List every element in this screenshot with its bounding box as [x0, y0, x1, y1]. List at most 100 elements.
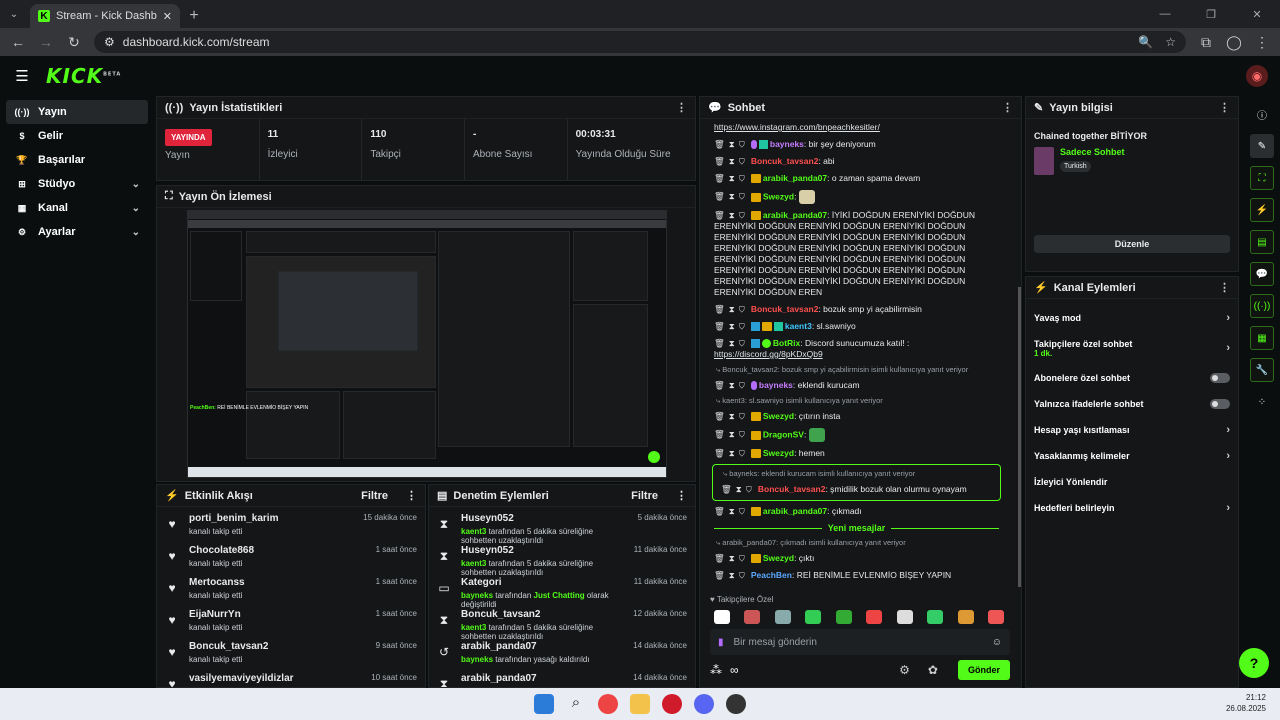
activity-name[interactable]: EijaNurrYn	[189, 609, 366, 620]
channel-action-item[interactable]: Takipçilere özel sohbet 1 dk. ›	[1026, 331, 1238, 365]
toggle-switch[interactable]	[1210, 373, 1230, 383]
emote-option[interactable]	[957, 610, 974, 624]
browser-tab[interactable]: K Stream - Kick Dashboard ✕	[30, 4, 180, 28]
more-options-icon[interactable]: ⋮	[1002, 101, 1013, 114]
chat-username[interactable]: Swezyd	[763, 448, 794, 458]
more-options-icon[interactable]: ⋮	[676, 101, 687, 114]
restore-icon[interactable]: ❐	[1188, 8, 1234, 21]
chat-message[interactable]: 🗑⧗⛉ Swezyd:	[706, 187, 1007, 207]
chrome-icon[interactable]	[598, 694, 618, 714]
wrench-icon[interactable]: 🔧	[1250, 358, 1274, 382]
mod-actor[interactable]: bayneks	[461, 591, 493, 600]
settings-icon[interactable]: ⚙	[899, 663, 910, 677]
tab-list-icon[interactable]: ⌄	[0, 0, 28, 28]
mod-tools-icons[interactable]: 🗑⧗⛉	[721, 484, 756, 494]
activity-name[interactable]: Boncuk_tavsan2	[189, 641, 366, 652]
send-button[interactable]: Gönder	[957, 660, 1010, 680]
emote-option[interactable]	[835, 610, 852, 624]
mod-name[interactable]: Huseyn052	[461, 545, 624, 556]
chat-username[interactable]: arabik_panda07	[763, 210, 827, 220]
mod-name[interactable]: Boncuk_tavsan2	[461, 609, 623, 620]
extensions-icon[interactable]: ⧉	[1194, 30, 1218, 54]
mod-tools-icons[interactable]: 🗑⧗⛉	[714, 321, 749, 331]
chat-input[interactable]: ▮ Bir mesaj gönderin ☺	[710, 629, 1010, 655]
emote-option[interactable]	[866, 610, 883, 624]
channel-action-item[interactable]: Abonelere özel sohbet	[1026, 365, 1238, 391]
mod-actor[interactable]: kaent3	[461, 559, 486, 568]
activity-name[interactable]: vasilyemaviyeyildizlar	[189, 673, 361, 684]
more-options-icon[interactable]: ⋮	[676, 489, 687, 502]
mod-tools-icons[interactable]: 🗑⧗⛉	[714, 553, 749, 563]
emote-option[interactable]	[714, 610, 730, 624]
opera-icon[interactable]	[662, 694, 682, 714]
mod-tools-icons[interactable]: 🗑⧗⛉	[714, 210, 749, 220]
activity-item[interactable]: ♥ Chocolate868 kanalı takip etti 1 saat önc…	[157, 539, 425, 571]
mod-item[interactable]: ⧗ Huseyn052 kaent3 tarafından 5 dakika sür…	[429, 507, 695, 545]
filter-button[interactable]: Filtre	[361, 490, 388, 502]
channel-action-item[interactable]: Hesap yaşı kısıtlaması ›	[1026, 417, 1238, 443]
site-info-icon[interactable]: ⚙	[104, 35, 115, 49]
hamburger-menu-icon[interactable]: ☰	[12, 66, 32, 86]
chat-username[interactable]: Swezyd	[763, 411, 794, 421]
chat-username[interactable]: Swezyd	[763, 553, 794, 563]
chat-message[interactable]: 🗑⧗⛉ Swezyd: hemen	[706, 445, 1007, 462]
chat-message[interactable]: 🗑⧗⛉ bayneks: bir şey deniyorum	[706, 136, 1007, 153]
search-icon[interactable]: ⌕	[566, 694, 586, 714]
chat-message[interactable]: 🗑⧗⛉ PeachBen: REİ BENİMLE EVLENMİO BİŞEY …	[706, 567, 1007, 584]
emote-option[interactable]	[987, 610, 1004, 624]
chevron-down-icon[interactable]: ⌄	[132, 227, 140, 238]
activity-item[interactable]: ♥ Mertocanss kanalı takip etti 1 saat önce	[157, 571, 425, 603]
edit-icon[interactable]: ✎	[1250, 134, 1274, 158]
emoji-icon[interactable]: ☺	[992, 637, 1002, 648]
more-options-icon[interactable]: ⋮	[1219, 101, 1230, 114]
highlighted-message[interactable]: ⤷ bayneks: eklendi kurucam isimli kullan…	[712, 464, 1001, 501]
minimize-icon[interactable]: —	[1142, 8, 1188, 20]
chat-link[interactable]: https://discord.gg/8pKDxQb9	[714, 349, 823, 359]
chat-link[interactable]: https://www.instagram.com/bnpeachkesitle…	[714, 122, 880, 132]
chevron-down-icon[interactable]: ⌄	[132, 179, 140, 190]
sidebar-item-ayarlar[interactable]: ⚙ Ayarlar ⌄	[6, 220, 148, 244]
back-icon[interactable]: ←	[6, 30, 30, 54]
chat-username[interactable]: DragonSV	[763, 429, 804, 439]
mod-item[interactable]: ⧗ arabik_panda07 14 dakika önce	[429, 667, 695, 687]
mod-tools-icons[interactable]: 🗑⧗⛉	[714, 411, 749, 421]
emote-option[interactable]	[927, 610, 944, 624]
activity-item[interactable]: ♥ porti_benim_karim kanalı takip etti 15 da…	[157, 507, 425, 539]
mic-icon[interactable]: ▮	[718, 637, 724, 648]
chat-message[interactable]: 🗑⧗⛉ arabik_panda07: o zaman spama devam	[706, 170, 1007, 187]
discord-icon[interactable]	[694, 694, 714, 714]
emote-option[interactable]	[896, 610, 913, 624]
points-icon[interactable]: ⁂	[710, 663, 722, 677]
sidebar-item-stüdyo[interactable]: ⊞ Stüdyo ⌄	[6, 172, 148, 196]
stream-preview-icon[interactable]: ⛶	[1250, 166, 1274, 190]
channel-action-item[interactable]: Hedefleri belirleyin ›	[1026, 495, 1238, 521]
chat-messages[interactable]: https://www.instagram.com/bnpeachkesitle…	[700, 119, 1013, 589]
address-bar[interactable]: ⚙ dashboard.kick.com/stream 🔍 ☆	[94, 31, 1186, 53]
mod-actor[interactable]: kaent3	[461, 527, 486, 536]
chat-username[interactable]: Swezyd	[763, 191, 794, 201]
chat-message[interactable]: 🗑⧗⛉ arabik_panda07: çıkmadı	[706, 503, 1007, 520]
chat-username[interactable]: arabik_panda07	[763, 506, 827, 516]
forward-icon[interactable]: →	[34, 30, 58, 54]
mod-name[interactable]: arabik_panda07	[461, 641, 623, 652]
mod-actor[interactable]: bayneks	[461, 655, 493, 664]
toggle-switch[interactable]	[1210, 399, 1230, 409]
chat-username[interactable]: bayneks	[759, 380, 793, 390]
activity-name[interactable]: porti_benim_karim	[189, 513, 353, 524]
chat-username[interactable]: Boncuk_tavsan2	[751, 156, 819, 166]
mod-tools-icons[interactable]: 🗑⧗⛉	[714, 380, 749, 390]
add-widget-icon[interactable]: ⁘	[1250, 390, 1274, 414]
reply-context[interactable]: ⤷ Boncuk_tavsan2: bozuk smp yi açabilirm…	[706, 363, 1007, 377]
chat-message[interactable]: 🗑⧗⛉ Swezyd: çıtırın insta	[706, 408, 1007, 425]
mod-tools-icons[interactable]: 🗑⧗⛉	[714, 338, 749, 348]
activity-name[interactable]: Chocolate868	[189, 545, 366, 556]
new-tab-icon[interactable]: +	[180, 4, 208, 28]
category-name[interactable]: Sadece Sohbet	[1060, 147, 1125, 157]
chat-icon[interactable]: 💬	[1250, 262, 1274, 286]
channel-action-item[interactable]: Yavaş mod ›	[1026, 305, 1238, 331]
emote-option[interactable]	[744, 610, 761, 624]
chevron-right-icon[interactable]: ›	[1226, 450, 1230, 462]
chat-username[interactable]: Boncuk_tavsan2	[751, 304, 819, 314]
mod-tools-icons[interactable]: 🗑⧗⛉	[714, 570, 749, 580]
emote-option[interactable]	[774, 610, 791, 624]
